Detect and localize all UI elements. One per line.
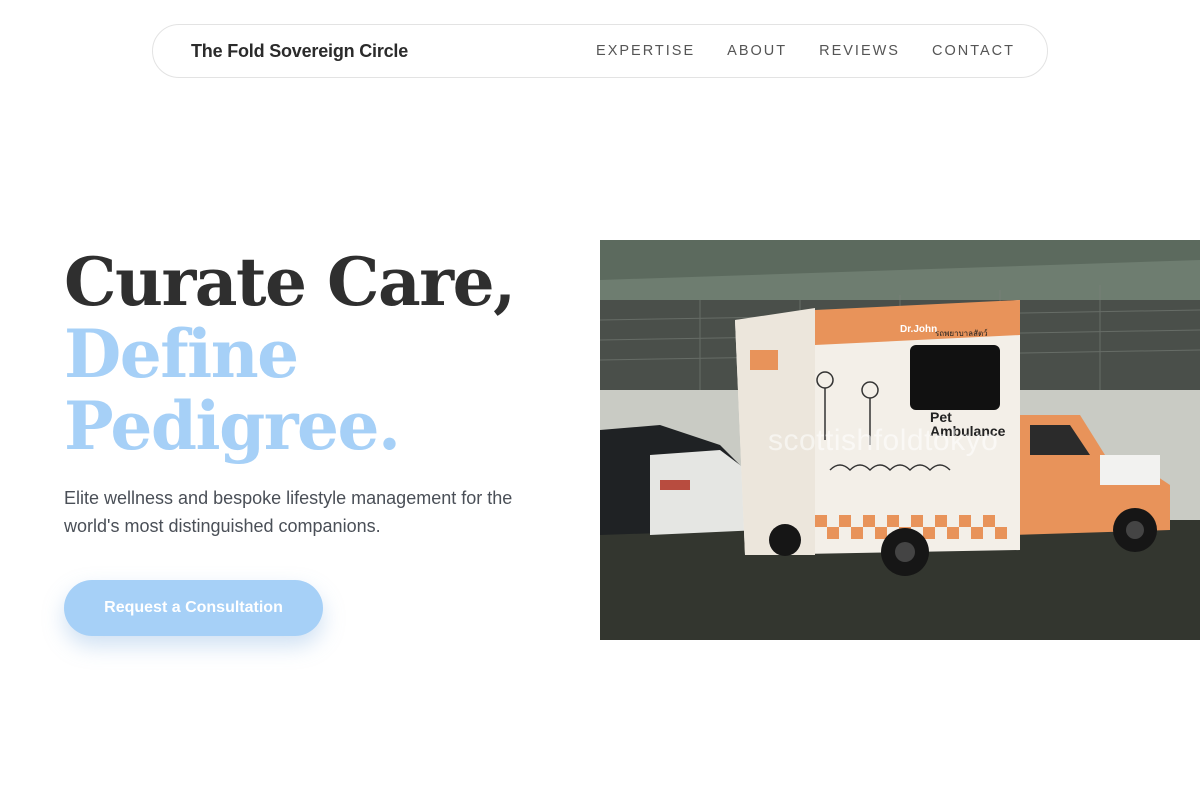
top-navbar: The Fold Sovereign Circle EXPERTISE ABOU… bbox=[152, 24, 1048, 78]
brand-logo-text[interactable]: The Fold Sovereign Circle bbox=[191, 41, 408, 62]
truck-logo-drjohn: Dr.John bbox=[900, 324, 937, 335]
hero-title: Curate Care, Define Pedigree. bbox=[64, 243, 516, 465]
nav-links: EXPERTISE ABOUT REVIEWS CONTACT bbox=[596, 43, 1015, 59]
hero-title-line-3: Pedigree. bbox=[64, 387, 401, 465]
hero-subtitle: Elite wellness and bespoke lifestyle man… bbox=[64, 488, 513, 536]
hero-title-line-1: Curate Care, bbox=[64, 243, 516, 321]
nav-link-contact[interactable]: CONTACT bbox=[932, 43, 1015, 59]
nav-link-reviews[interactable]: REVIEWS bbox=[819, 43, 900, 59]
nav-link-expertise[interactable]: EXPERTISE bbox=[596, 43, 695, 59]
photo-watermark: scottishfoldtokyo bbox=[768, 424, 999, 457]
request-consultation-button[interactable]: Request a Consultation bbox=[64, 580, 323, 636]
nav-link-about[interactable]: ABOUT bbox=[727, 43, 787, 59]
truck-thai-label: รถพยาบาลสัตว์ bbox=[935, 328, 988, 338]
hero-title-line-2: Define bbox=[64, 315, 299, 393]
